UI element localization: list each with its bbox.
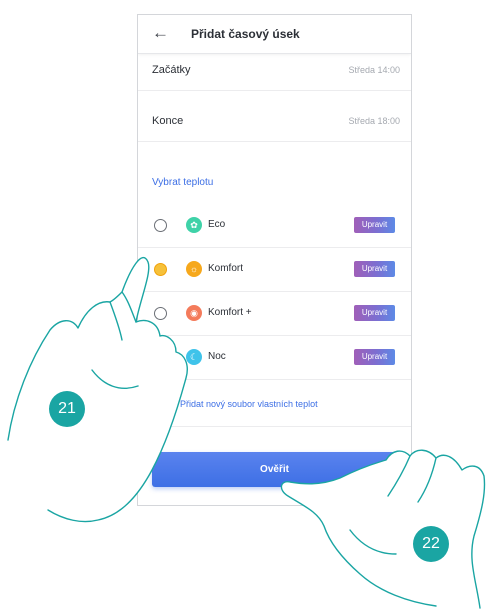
option-noc[interactable]: ☾ Noc Upravit: [138, 336, 411, 380]
option-komfort[interactable]: ☼ Komfort Upravit: [138, 248, 411, 292]
phone-screen: ← Přidat časový úsek Začátky Středa 14:0…: [137, 14, 412, 506]
start-time-row[interactable]: Začátky Středa 14:00: [138, 53, 411, 91]
start-value: Středa 14:00: [348, 65, 400, 75]
step-badge-22: 22: [413, 526, 449, 562]
option-label: Komfort: [208, 263, 244, 274]
end-label: Konce: [152, 115, 184, 127]
page-title: Přidat časový úsek: [191, 27, 300, 41]
komfort-radio[interactable]: [154, 263, 167, 276]
komfort-plus-radio[interactable]: [154, 307, 167, 320]
plus-icon: +: [152, 393, 162, 412]
edit-eco-button[interactable]: Upravit: [354, 217, 395, 233]
noc-radio[interactable]: [154, 351, 167, 364]
verify-button[interactable]: Ověřit: [152, 452, 397, 487]
end-time-row[interactable]: Konce Středa 18:00: [138, 104, 411, 142]
option-label: Eco: [208, 219, 226, 230]
end-value: Středa 18:00: [348, 116, 400, 126]
option-label: Komfort +: [208, 307, 252, 318]
leaf-icon: ✿: [186, 217, 202, 233]
app-header: ← Přidat časový úsek: [138, 15, 411, 54]
select-temperature-heading: Vybrat teplotu: [152, 177, 214, 188]
edit-noc-button[interactable]: Upravit: [354, 349, 395, 365]
sun-icon: ☼: [186, 261, 202, 277]
edit-komfort-plus-button[interactable]: Upravit: [354, 305, 395, 321]
arrow-left-icon[interactable]: ←: [152, 24, 169, 42]
stage: ← Přidat časový úsek Začátky Středa 14:0…: [0, 0, 489, 610]
step-badge-21: 21: [49, 391, 85, 427]
add-custom-set-row[interactable]: + Přidat nový soubor vlastních teplot: [138, 383, 411, 427]
option-label: Noc: [208, 351, 226, 362]
option-eco[interactable]: ✿ Eco Upravit: [138, 204, 411, 248]
start-label: Začátky: [152, 64, 191, 76]
eco-radio[interactable]: [154, 219, 167, 232]
add-custom-set-label: Přidat nový soubor vlastních teplot: [180, 399, 318, 409]
moon-icon: ☾: [186, 349, 202, 365]
edit-komfort-button[interactable]: Upravit: [354, 261, 395, 277]
option-komfort-plus[interactable]: ◉ Komfort + Upravit: [138, 292, 411, 336]
flame-icon: ◉: [186, 305, 202, 321]
